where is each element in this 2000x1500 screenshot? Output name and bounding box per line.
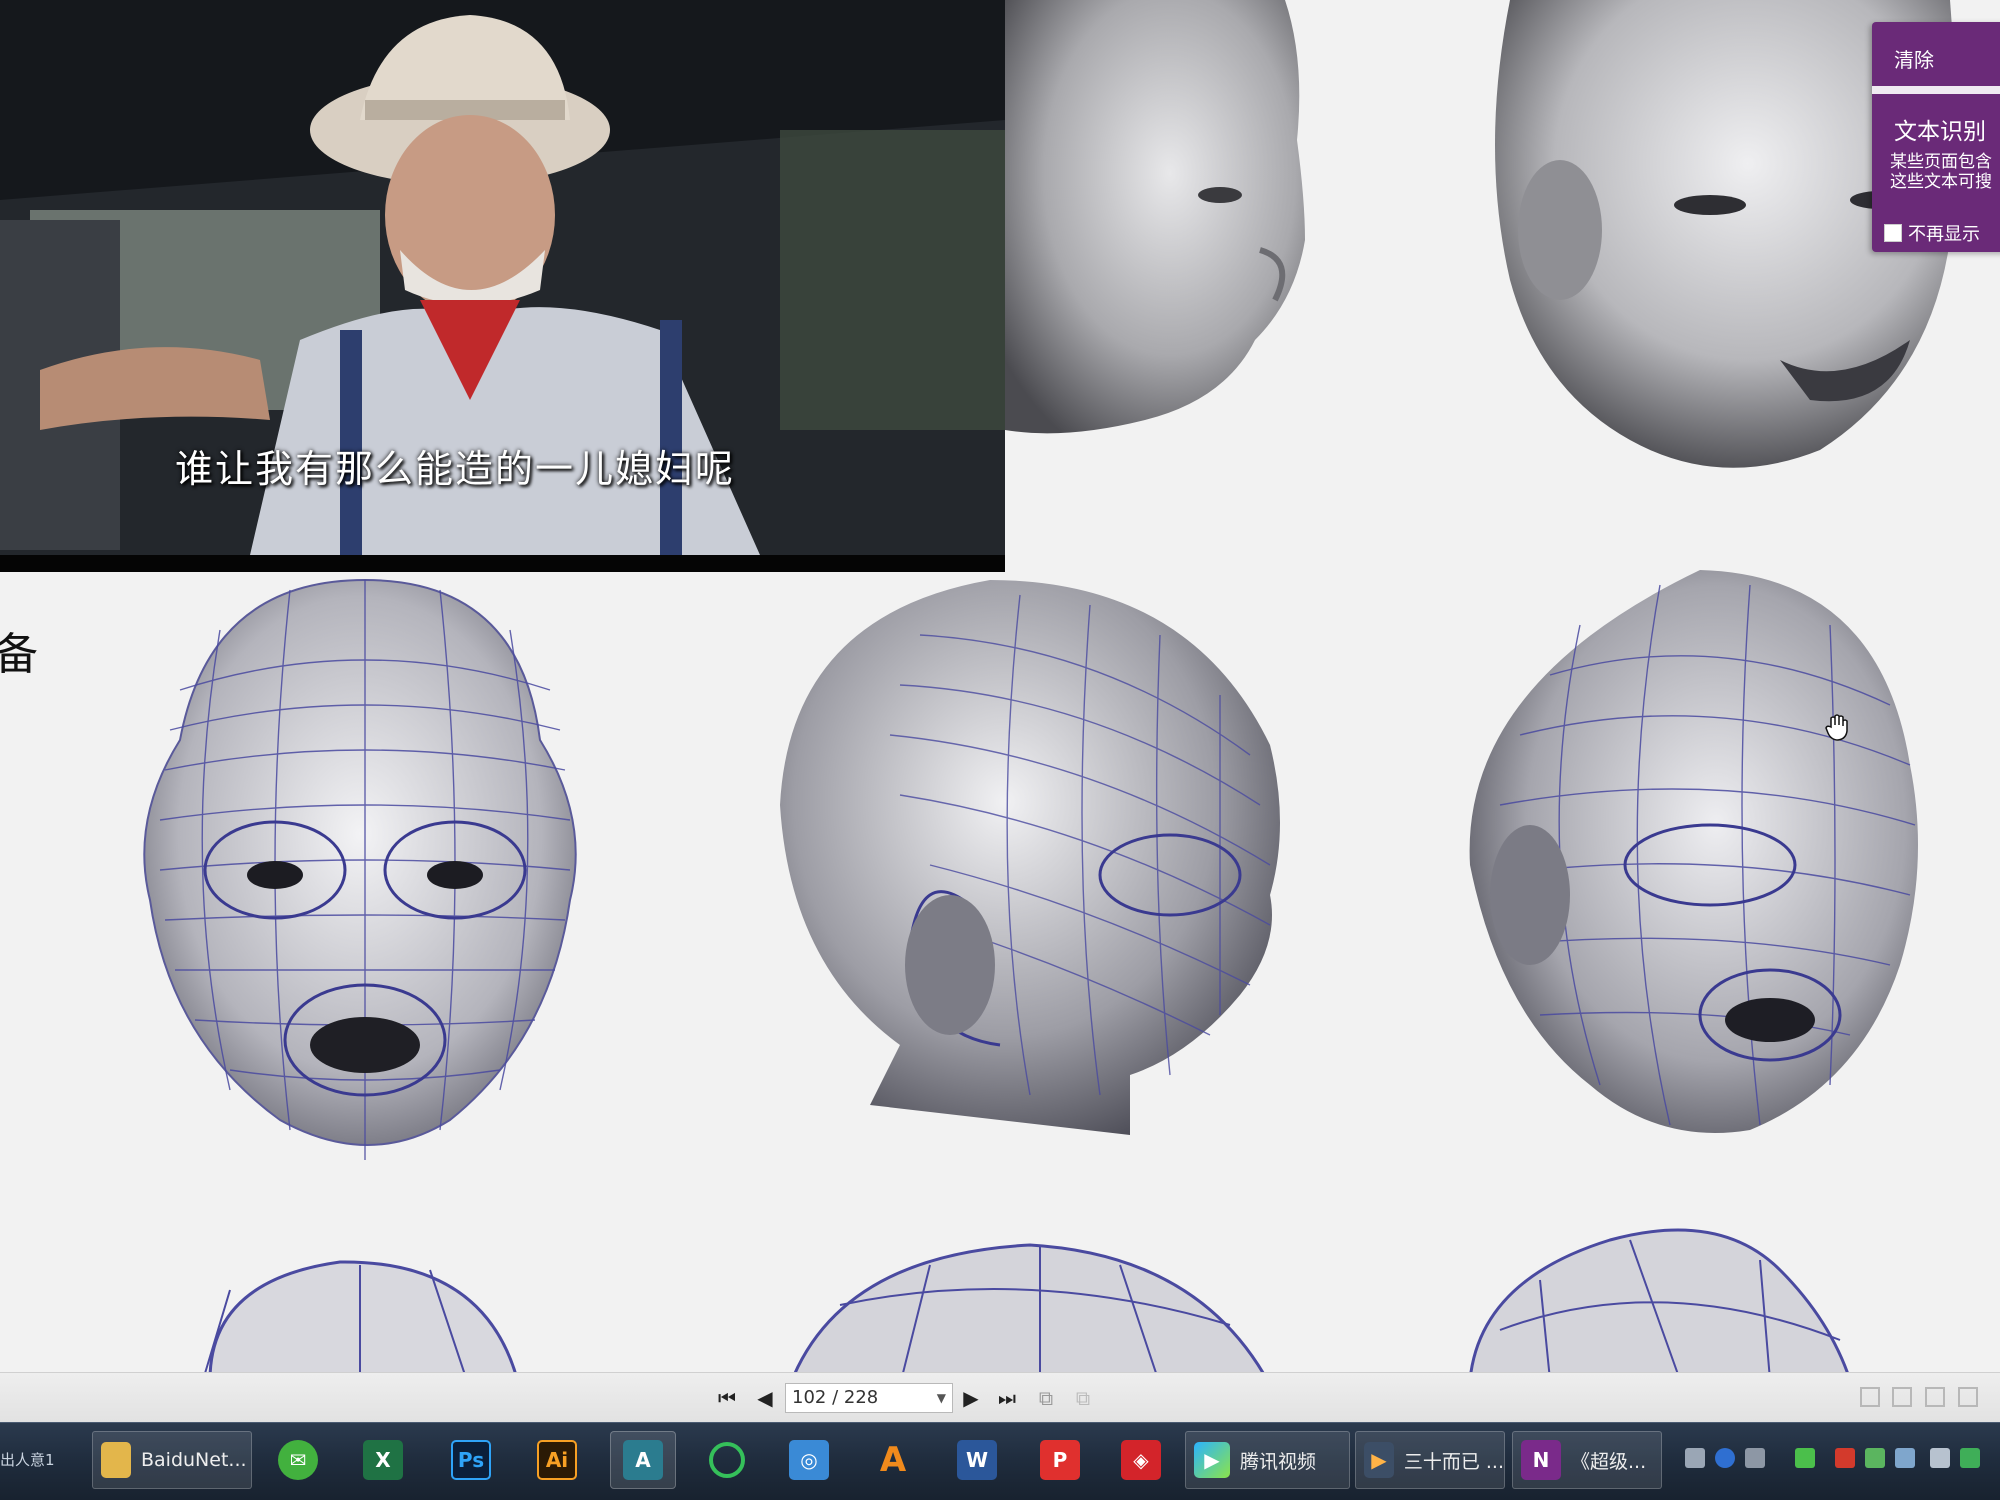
- baidunetdisk-label: BaiduNet...: [141, 1449, 247, 1471]
- wireframe-head-profile: [770, 575, 1300, 1145]
- taskbar-excel[interactable]: X: [350, 1431, 416, 1489]
- photoshop-icon: Ps: [451, 1440, 491, 1480]
- antivirus-icon[interactable]: [1835, 1448, 1855, 1468]
- video-subtitle: 谁让我有那么能造的一儿媳妇呢: [175, 447, 736, 491]
- orange-app-icon: A: [879, 1440, 907, 1480]
- sanshi-label: 三十而已 ...: [1403, 1450, 1504, 1473]
- video-player-window[interactable]: 谁让我有那么能造的一儿媳妇呢: [0, 0, 1005, 572]
- green-app-icon: [709, 1442, 745, 1478]
- pdf-reader-icon: A: [623, 1440, 663, 1480]
- tencent-video-icon: ▶: [1194, 1442, 1230, 1478]
- taskbar-illustrator[interactable]: Ai: [524, 1431, 590, 1489]
- settings-icon[interactable]: [1745, 1448, 1765, 1468]
- single-page-view-icon[interactable]: [1860, 1387, 1880, 1407]
- last-task-label: 《超级...: [1571, 1450, 1647, 1473]
- clear-button[interactable]: 清除: [1894, 44, 1934, 73]
- cloud-icon[interactable]: [1895, 1448, 1915, 1468]
- checkbox-box[interactable]: [1884, 224, 1902, 242]
- wireframe-partial-middle: [780, 1235, 1280, 1385]
- page-indicator: 102 / 228: [792, 1387, 879, 1408]
- excel-icon: X: [363, 1440, 403, 1480]
- volume-icon[interactable]: [1930, 1448, 1950, 1468]
- dont-show-again-label: 不再显示: [1908, 224, 1980, 245]
- description-line-1: 某些页面包含: [1890, 152, 1992, 172]
- page-number-input[interactable]: 102 / 228 ▼: [785, 1383, 953, 1413]
- red-p-app-icon: P: [1040, 1440, 1080, 1480]
- wireframe-partial-left: [170, 1250, 550, 1390]
- onenote-icon: N: [1521, 1440, 1561, 1480]
- taskbar-app-red-shield[interactable]: ◈: [1108, 1431, 1174, 1489]
- video-bottom-bar: [0, 555, 1005, 572]
- taskbar-onenote[interactable]: N 《超级...: [1512, 1431, 1662, 1489]
- taskbar-photoshop[interactable]: Ps: [438, 1431, 504, 1489]
- wireframe-head-three-quarter: [1460, 565, 1930, 1145]
- word-icon: W: [957, 1440, 997, 1480]
- description-line-2: 这些文本可搜: [1890, 172, 1992, 192]
- taskbar-sanshi-video[interactable]: ▶ 三十而已 ...: [1355, 1431, 1505, 1489]
- illustrator-icon: Ai: [537, 1440, 577, 1480]
- taskbar-app-green[interactable]: [694, 1431, 760, 1489]
- start-area[interactable]: 出人意1: [0, 1431, 70, 1487]
- red-shield-app-icon: ◈: [1121, 1440, 1161, 1480]
- text-recognition-description: 某些页面包含 这些文本可搜: [1890, 152, 2000, 192]
- network-icon[interactable]: [1865, 1448, 1885, 1468]
- taskbar-pdf-reader[interactable]: A: [610, 1431, 676, 1489]
- battery-icon[interactable]: [1795, 1448, 1815, 1468]
- help-icon[interactable]: [1715, 1448, 1735, 1468]
- start-label: 出人意1: [0, 1450, 55, 1469]
- taskbar-app-red-p[interactable]: P: [1027, 1431, 1093, 1489]
- folder-icon: [101, 1442, 131, 1478]
- text-recognition-title[interactable]: 文本识别: [1894, 112, 1986, 146]
- baby-profile-photo: [1005, 0, 1325, 440]
- text-recognition-panel: 清除 文本识别 某些页面包含 这些文本可搜 不再显示: [1872, 22, 2000, 252]
- page-layout-icon[interactable]: ⧉: [1070, 1385, 1096, 1411]
- panel-separator: [1872, 86, 2000, 94]
- taskbar-app-blue[interactable]: ◎: [776, 1431, 842, 1489]
- page-dropdown-icon[interactable]: ▼: [937, 1384, 946, 1412]
- monitor-screen: 备 快: [0, 0, 2000, 1500]
- next-page-icon[interactable]: ▶: [958, 1385, 984, 1411]
- video-player-icon: ▶: [1364, 1442, 1394, 1478]
- blue-app-icon: ◎: [789, 1440, 829, 1480]
- side-text-top: 备: [0, 629, 38, 680]
- taskbar-tencent-video[interactable]: ▶ 腾讯视频: [1185, 1431, 1350, 1489]
- first-page-icon[interactable]: ⏮: [714, 1385, 740, 1411]
- keyboard-icon[interactable]: [1685, 1448, 1705, 1468]
- taskbar-word[interactable]: W: [944, 1431, 1010, 1489]
- system-tray: [1675, 1430, 2000, 1490]
- two-page-continuous-icon[interactable]: [1958, 1387, 1978, 1407]
- taskbar-app-orange[interactable]: A: [860, 1431, 926, 1489]
- taskbar-baidunetdisk[interactable]: BaiduNet...: [92, 1431, 252, 1489]
- hand-cursor-icon: [1822, 713, 1852, 743]
- copy-page-icon[interactable]: ⧉: [1033, 1385, 1059, 1411]
- tencent-video-label: 腾讯视频: [1240, 1450, 1317, 1473]
- pdf-navigation-bar: ⏮ ◀ 102 / 228 ▼ ▶ ⏭ ⧉ ⧉: [0, 1372, 2000, 1422]
- wechat-icon: ✉: [278, 1440, 318, 1480]
- security-shield-icon[interactable]: [1960, 1448, 1980, 1468]
- taskbar-wechat[interactable]: ✉: [265, 1431, 331, 1489]
- dont-show-again-checkbox[interactable]: 不再显示: [1884, 220, 1980, 246]
- last-page-icon[interactable]: ⏭: [994, 1385, 1020, 1411]
- continuous-view-icon[interactable]: [1892, 1387, 1912, 1407]
- wireframe-partial-right: [1460, 1210, 1860, 1380]
- previous-page-icon[interactable]: ◀: [752, 1385, 778, 1411]
- wireframe-head-front: [120, 570, 610, 1170]
- two-page-view-icon[interactable]: [1925, 1387, 1945, 1407]
